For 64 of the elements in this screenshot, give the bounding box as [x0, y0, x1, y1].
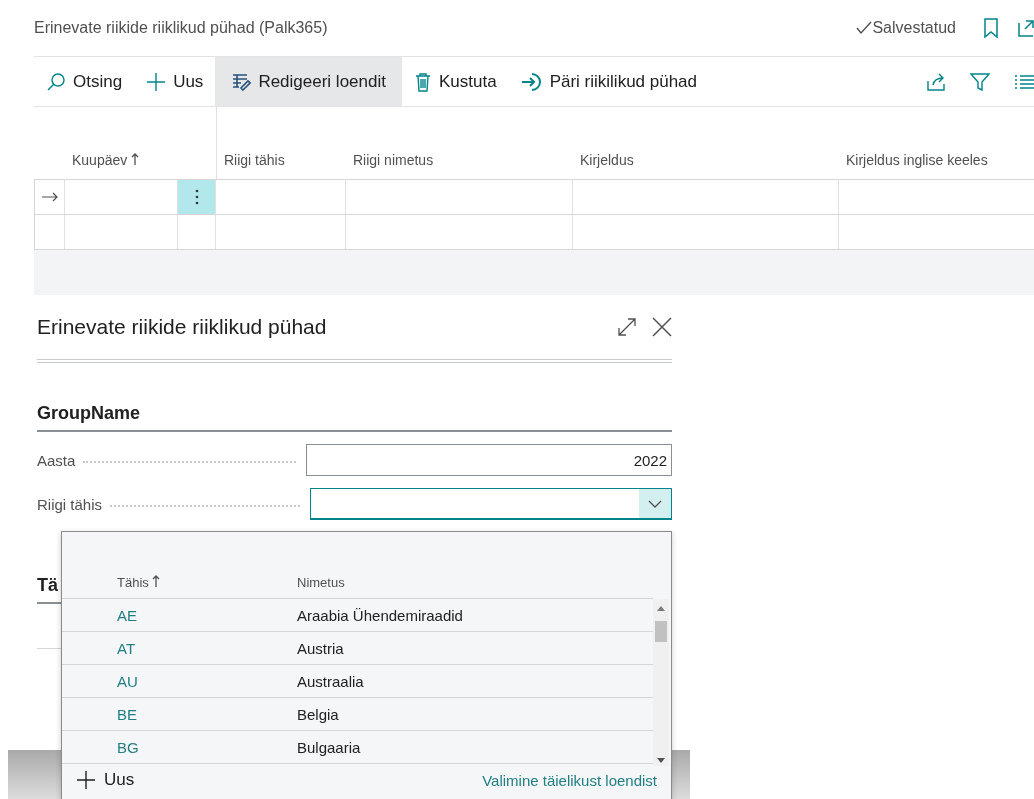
action-button[interactable]: Redigeeri loendit: [215, 57, 402, 106]
country-code[interactable]: AE: [62, 606, 297, 624]
share-icon[interactable]: [926, 71, 946, 92]
group-heading: GroupName: [37, 403, 672, 432]
table-cell[interactable]: [573, 179, 839, 214]
column-header[interactable]: Kirjeldus inglise keeles: [846, 152, 988, 168]
close-icon[interactable]: [652, 317, 672, 337]
full-list-link[interactable]: Valimine täielikust loendist: [482, 771, 657, 789]
more-vertical-icon: [194, 189, 199, 205]
column-header[interactable]: Kuupäev: [72, 152, 140, 168]
expand-icon[interactable]: [618, 318, 636, 336]
table-cell[interactable]: [216, 179, 346, 214]
filter-icon[interactable]: [970, 71, 990, 92]
table-cell[interactable]: [573, 214, 839, 249]
country-code[interactable]: BE: [62, 705, 297, 723]
column-header[interactable]: Tähis: [117, 574, 161, 590]
country-name: Austria: [297, 639, 344, 657]
action-button[interactable]: Otsing: [34, 57, 135, 106]
column-header[interactable]: Riigi tähis: [224, 152, 285, 168]
column-header[interactable]: Nimetus: [297, 574, 345, 590]
country-name: Belgia: [297, 705, 339, 723]
input-field[interactable]: 2022: [306, 444, 672, 476]
trash-icon: [413, 71, 432, 92]
country-code[interactable]: BG: [62, 738, 297, 756]
save-status: Salvestatud: [872, 19, 956, 37]
country-code[interactable]: AT: [62, 639, 297, 657]
field-label: Aasta: [37, 451, 76, 469]
table-cell[interactable]: [178, 214, 216, 249]
table-cell[interactable]: [216, 214, 346, 249]
action-button[interactable]: Uus: [134, 57, 216, 106]
group-heading: Tä: [37, 575, 58, 597]
row-menu-button[interactable]: [178, 179, 216, 214]
lookup-field[interactable]: [310, 488, 672, 520]
action-button[interactable]: Kustuta: [401, 57, 509, 106]
dialog-title: Erinevate riikide riiklikud pühad: [37, 315, 328, 339]
country-name: Araabia Ühendemiraadid: [297, 606, 463, 624]
edit-list-icon: [231, 71, 252, 92]
row-indicator[interactable]: [34, 179, 65, 214]
country-name: Austraalia: [297, 672, 364, 690]
column-header[interactable]: Kirjeldus: [580, 152, 634, 168]
chevron-down-icon: [648, 499, 662, 508]
plus-icon: [146, 71, 167, 92]
plus-icon: [76, 770, 96, 790]
table-cell[interactable]: [346, 179, 573, 214]
sign-in-arrow-icon: [520, 71, 543, 92]
pop-out-icon[interactable]: [1018, 19, 1034, 37]
row-indicator[interactable]: [34, 214, 65, 249]
check-icon: [856, 21, 873, 35]
action-button[interactable]: Päri riikilikud pühad: [508, 57, 710, 106]
search-icon: [46, 71, 66, 92]
field-label: Riigi tähis: [37, 495, 103, 513]
country-name: Bulgaaria: [297, 738, 361, 756]
arrow-right-icon: [41, 192, 58, 202]
bookmark-icon[interactable]: [984, 18, 998, 38]
sort-arrow-icon: [131, 153, 140, 165]
scrollbar[interactable]: [653, 599, 669, 766]
column-header[interactable]: Riigi nimetus: [353, 152, 434, 168]
country-code[interactable]: AU: [62, 672, 297, 690]
table-cell[interactable]: [65, 214, 178, 249]
page-title: Erinevate riikide riiklikud pühad (Palk365): [34, 19, 329, 37]
sort-arrow-icon: [152, 574, 161, 587]
table-cell[interactable]: [346, 214, 573, 249]
list-icon[interactable]: [1014, 73, 1034, 90]
new-button[interactable]: Uus: [76, 770, 135, 790]
